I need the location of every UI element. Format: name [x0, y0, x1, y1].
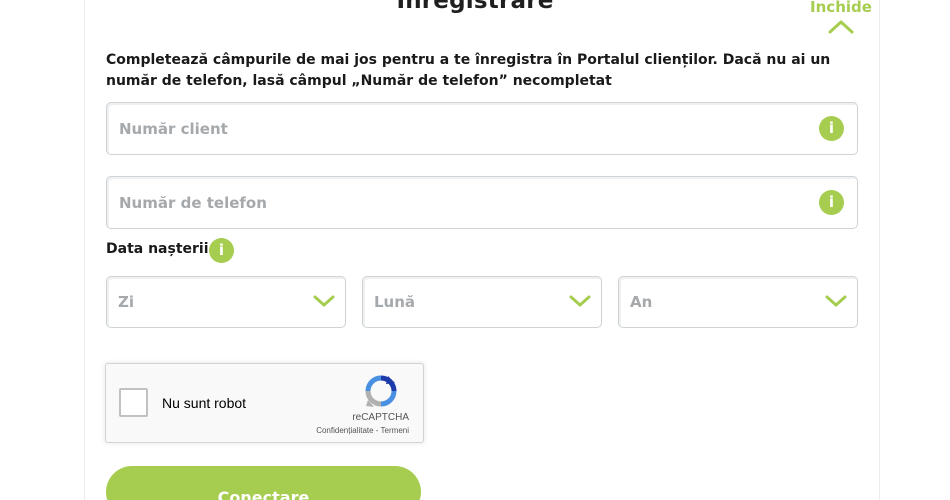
- close-button[interactable]: Închide: [806, 0, 876, 34]
- privacy-link[interactable]: Confidențialitate: [316, 426, 373, 435]
- recaptcha-links: Confidențialitate - Termeni: [316, 426, 409, 435]
- info-icon[interactable]: i: [209, 238, 234, 263]
- client-number-field: i: [106, 102, 858, 155]
- recaptcha-widget: Nu sunt robot reCAPTCHA Confidențialitat…: [105, 363, 424, 443]
- phone-number-field: i: [106, 176, 858, 229]
- client-number-input[interactable]: [119, 103, 809, 154]
- chevron-up-icon: [828, 20, 854, 34]
- month-select[interactable]: Lună: [362, 276, 602, 328]
- close-label: Închide: [810, 0, 872, 16]
- chevron-down-icon: [569, 295, 591, 307]
- info-icon[interactable]: i: [819, 116, 844, 141]
- chevron-down-icon: [313, 295, 335, 307]
- dob-label: Data nașterii: [106, 241, 209, 257]
- day-select[interactable]: Zi: [106, 276, 346, 328]
- connect-button[interactable]: Conectare: [106, 466, 421, 500]
- terms-link[interactable]: Termeni: [381, 426, 409, 435]
- year-select-label: An: [630, 293, 653, 311]
- day-select-label: Zi: [118, 293, 135, 311]
- link-separator: -: [373, 426, 381, 435]
- recaptcha-brand: reCAPTCHA: [352, 412, 409, 423]
- chevron-down-icon: [825, 295, 847, 307]
- intro-text: Completează câmpurile de mai jos pentru …: [106, 52, 831, 89]
- info-icon[interactable]: i: [819, 190, 844, 215]
- month-select-label: Lună: [374, 293, 416, 311]
- year-select[interactable]: An: [618, 276, 858, 328]
- phone-number-input[interactable]: [119, 177, 809, 228]
- recaptcha-checkbox[interactable]: [119, 388, 148, 417]
- recaptcha-label: Nu sunt robot: [162, 395, 247, 411]
- recaptcha-logo-icon: [365, 375, 397, 407]
